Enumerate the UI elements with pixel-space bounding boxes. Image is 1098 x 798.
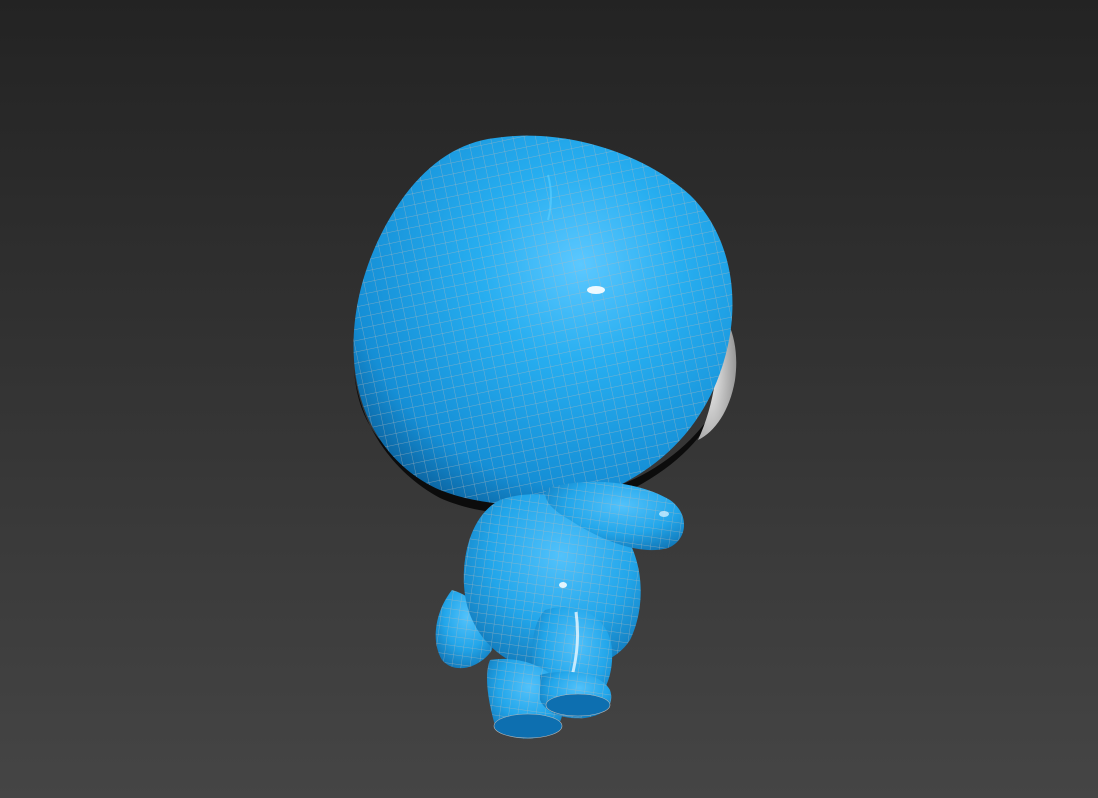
head-specular-highlight xyxy=(587,286,605,294)
viewport-canvas[interactable] xyxy=(0,0,1098,798)
torso-specular-highlight xyxy=(559,582,567,588)
3d-viewport[interactable] xyxy=(0,0,1098,798)
head[interactable] xyxy=(340,120,760,540)
